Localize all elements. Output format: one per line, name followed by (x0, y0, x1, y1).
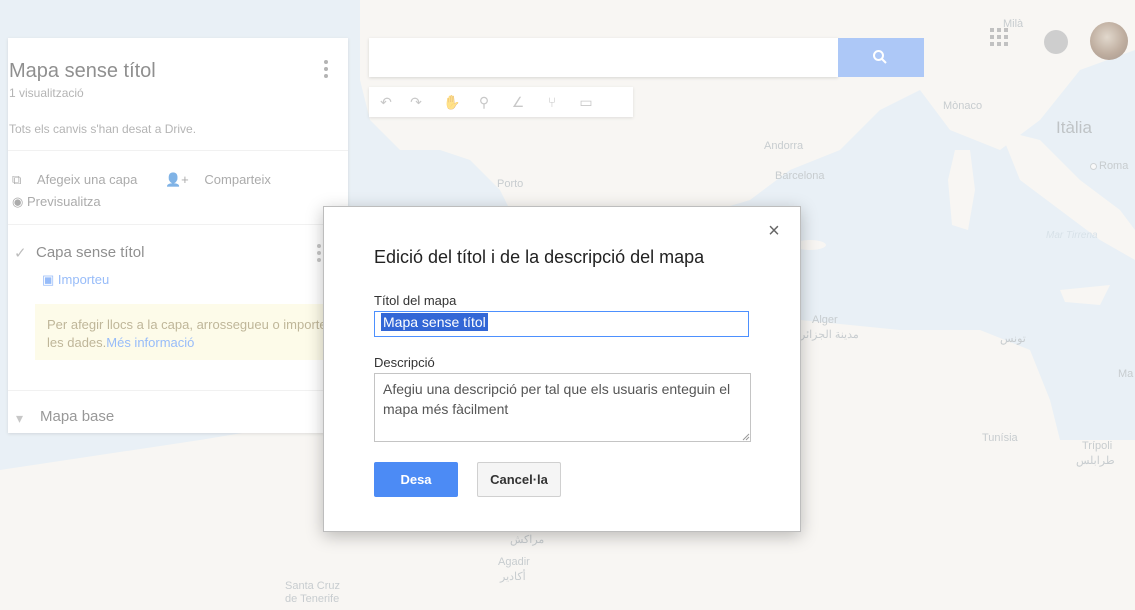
map-title-value: Mapa sense títol (381, 313, 488, 331)
save-button[interactable]: Desa (374, 462, 458, 497)
cancel-button[interactable]: Cancel·la (477, 462, 561, 497)
description-label: Descripció (374, 355, 435, 370)
dialog-title: Edició del títol i de la descripció del … (374, 247, 705, 267)
map-title-input[interactable]: Mapa sense títol (374, 311, 749, 337)
close-icon[interactable]: × (764, 221, 784, 241)
description-textarea[interactable]: Afegiu una descripció per tal que els us… (374, 373, 751, 442)
edit-title-dialog: × Edició del títol i de la descripció de… (323, 206, 801, 532)
map-title-label: Títol del mapa (374, 293, 457, 308)
resize-grip-icon[interactable] (742, 433, 750, 441)
